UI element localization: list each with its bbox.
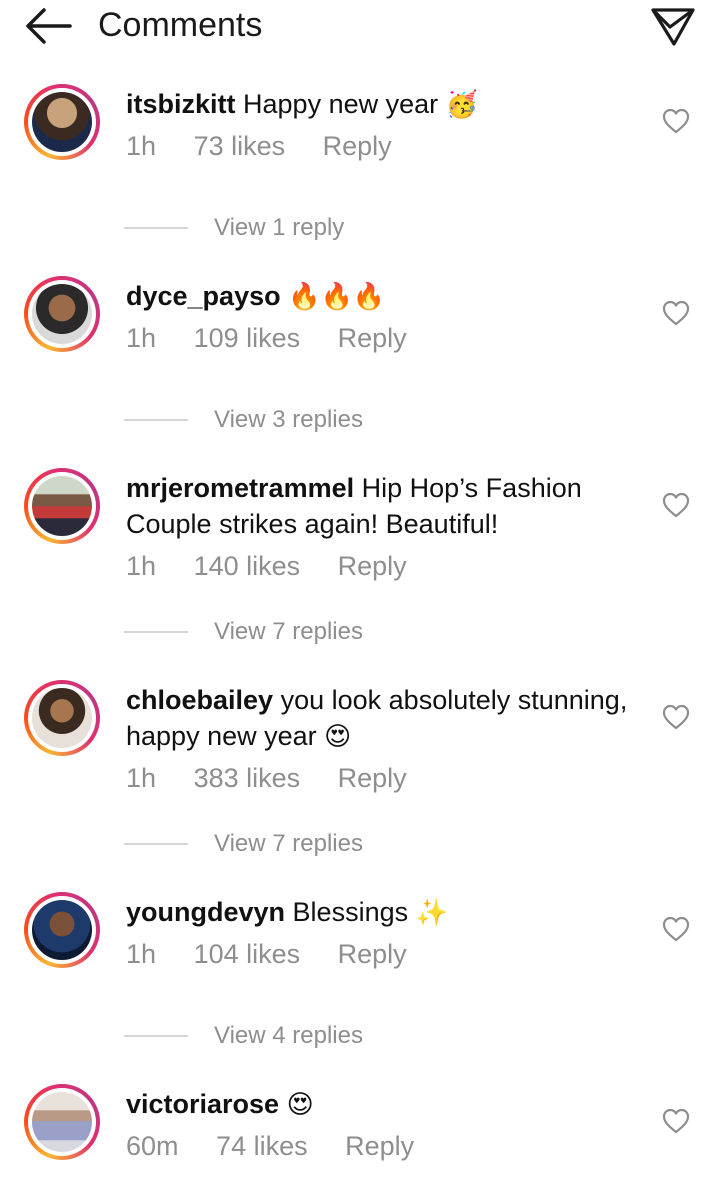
divider xyxy=(124,843,188,845)
view-replies-link[interactable]: View 7 replies xyxy=(214,617,363,647)
comment-time: 1h xyxy=(126,939,157,969)
divider xyxy=(124,631,188,633)
avatar[interactable] xyxy=(24,84,100,160)
party-face-emoji: 🥳 xyxy=(445,90,479,120)
comment-time: 1h xyxy=(126,763,157,793)
reply-button[interactable]: Reply xyxy=(345,1131,414,1161)
comment-likes[interactable]: 73 likes xyxy=(194,131,286,161)
view-replies-row: View 7 replies xyxy=(0,829,720,859)
comment-likes[interactable]: 109 likes xyxy=(194,323,301,353)
reply-button[interactable]: Reply xyxy=(338,323,407,353)
heart-icon[interactable] xyxy=(662,916,690,942)
comment-username[interactable]: victoriarose xyxy=(126,1089,279,1119)
divider xyxy=(124,419,188,421)
heart-icon[interactable] xyxy=(662,704,690,730)
comments-header: Comments xyxy=(0,0,720,56)
comment-username[interactable]: dyce_payso xyxy=(126,281,281,311)
avatar[interactable] xyxy=(24,1084,100,1160)
reply-button[interactable]: Reply xyxy=(338,551,407,581)
view-replies-row: View 3 replies xyxy=(0,405,720,435)
fire-emoji: 🔥🔥🔥 xyxy=(288,282,386,312)
avatar[interactable] xyxy=(24,276,100,352)
reply-button[interactable]: Reply xyxy=(338,763,407,793)
comment-username[interactable]: youngdevyn xyxy=(126,897,285,927)
reply-button[interactable]: Reply xyxy=(323,131,392,161)
heart-icon[interactable] xyxy=(662,1108,690,1134)
page-title: Comments xyxy=(98,6,263,44)
comment-likes[interactable]: 140 likes xyxy=(194,551,301,581)
back-arrow-icon[interactable] xyxy=(22,6,74,46)
sparkles-emoji: ✨ xyxy=(415,898,448,928)
view-replies-link[interactable]: View 7 replies xyxy=(214,829,363,859)
paper-plane-icon[interactable] xyxy=(650,6,696,46)
comment-time: 1h xyxy=(126,323,157,353)
comment-username[interactable]: itsbizkitt xyxy=(126,89,236,119)
avatar[interactable] xyxy=(24,468,100,544)
comment-text: Happy new year xyxy=(243,89,439,119)
heart-eyes-emoji: 😍 xyxy=(324,722,352,752)
comment-username[interactable]: chloebailey xyxy=(126,685,273,715)
comment-username[interactable]: mrjerometrammel xyxy=(126,473,354,503)
avatar[interactable] xyxy=(24,680,100,756)
heart-icon[interactable] xyxy=(662,492,690,518)
comment-time: 60m xyxy=(126,1131,179,1161)
view-replies-row: View 7 replies xyxy=(0,617,720,647)
divider xyxy=(124,1035,188,1037)
comment-text: Blessings xyxy=(292,897,409,927)
view-replies-link[interactable]: View 4 replies xyxy=(214,1021,363,1051)
view-replies-link[interactable]: View 3 replies xyxy=(214,405,363,435)
divider xyxy=(124,227,188,229)
heart-icon[interactable] xyxy=(662,300,690,326)
comment-time: 1h xyxy=(126,131,157,161)
view-replies-row: View 4 replies xyxy=(0,1021,720,1051)
avatar[interactable] xyxy=(24,892,100,968)
reply-button[interactable]: Reply xyxy=(338,939,407,969)
view-replies-link[interactable]: View 1 reply xyxy=(214,213,344,243)
comment-time: 1h xyxy=(126,551,157,581)
heart-icon[interactable] xyxy=(662,108,690,134)
comment-likes[interactable]: 383 likes xyxy=(194,763,301,793)
view-replies-row: View 1 reply xyxy=(0,213,720,243)
comment-likes[interactable]: 104 likes xyxy=(194,939,301,969)
comment-likes[interactable]: 74 likes xyxy=(216,1131,308,1161)
heart-eyes-emoji: 😍 xyxy=(286,1090,314,1120)
